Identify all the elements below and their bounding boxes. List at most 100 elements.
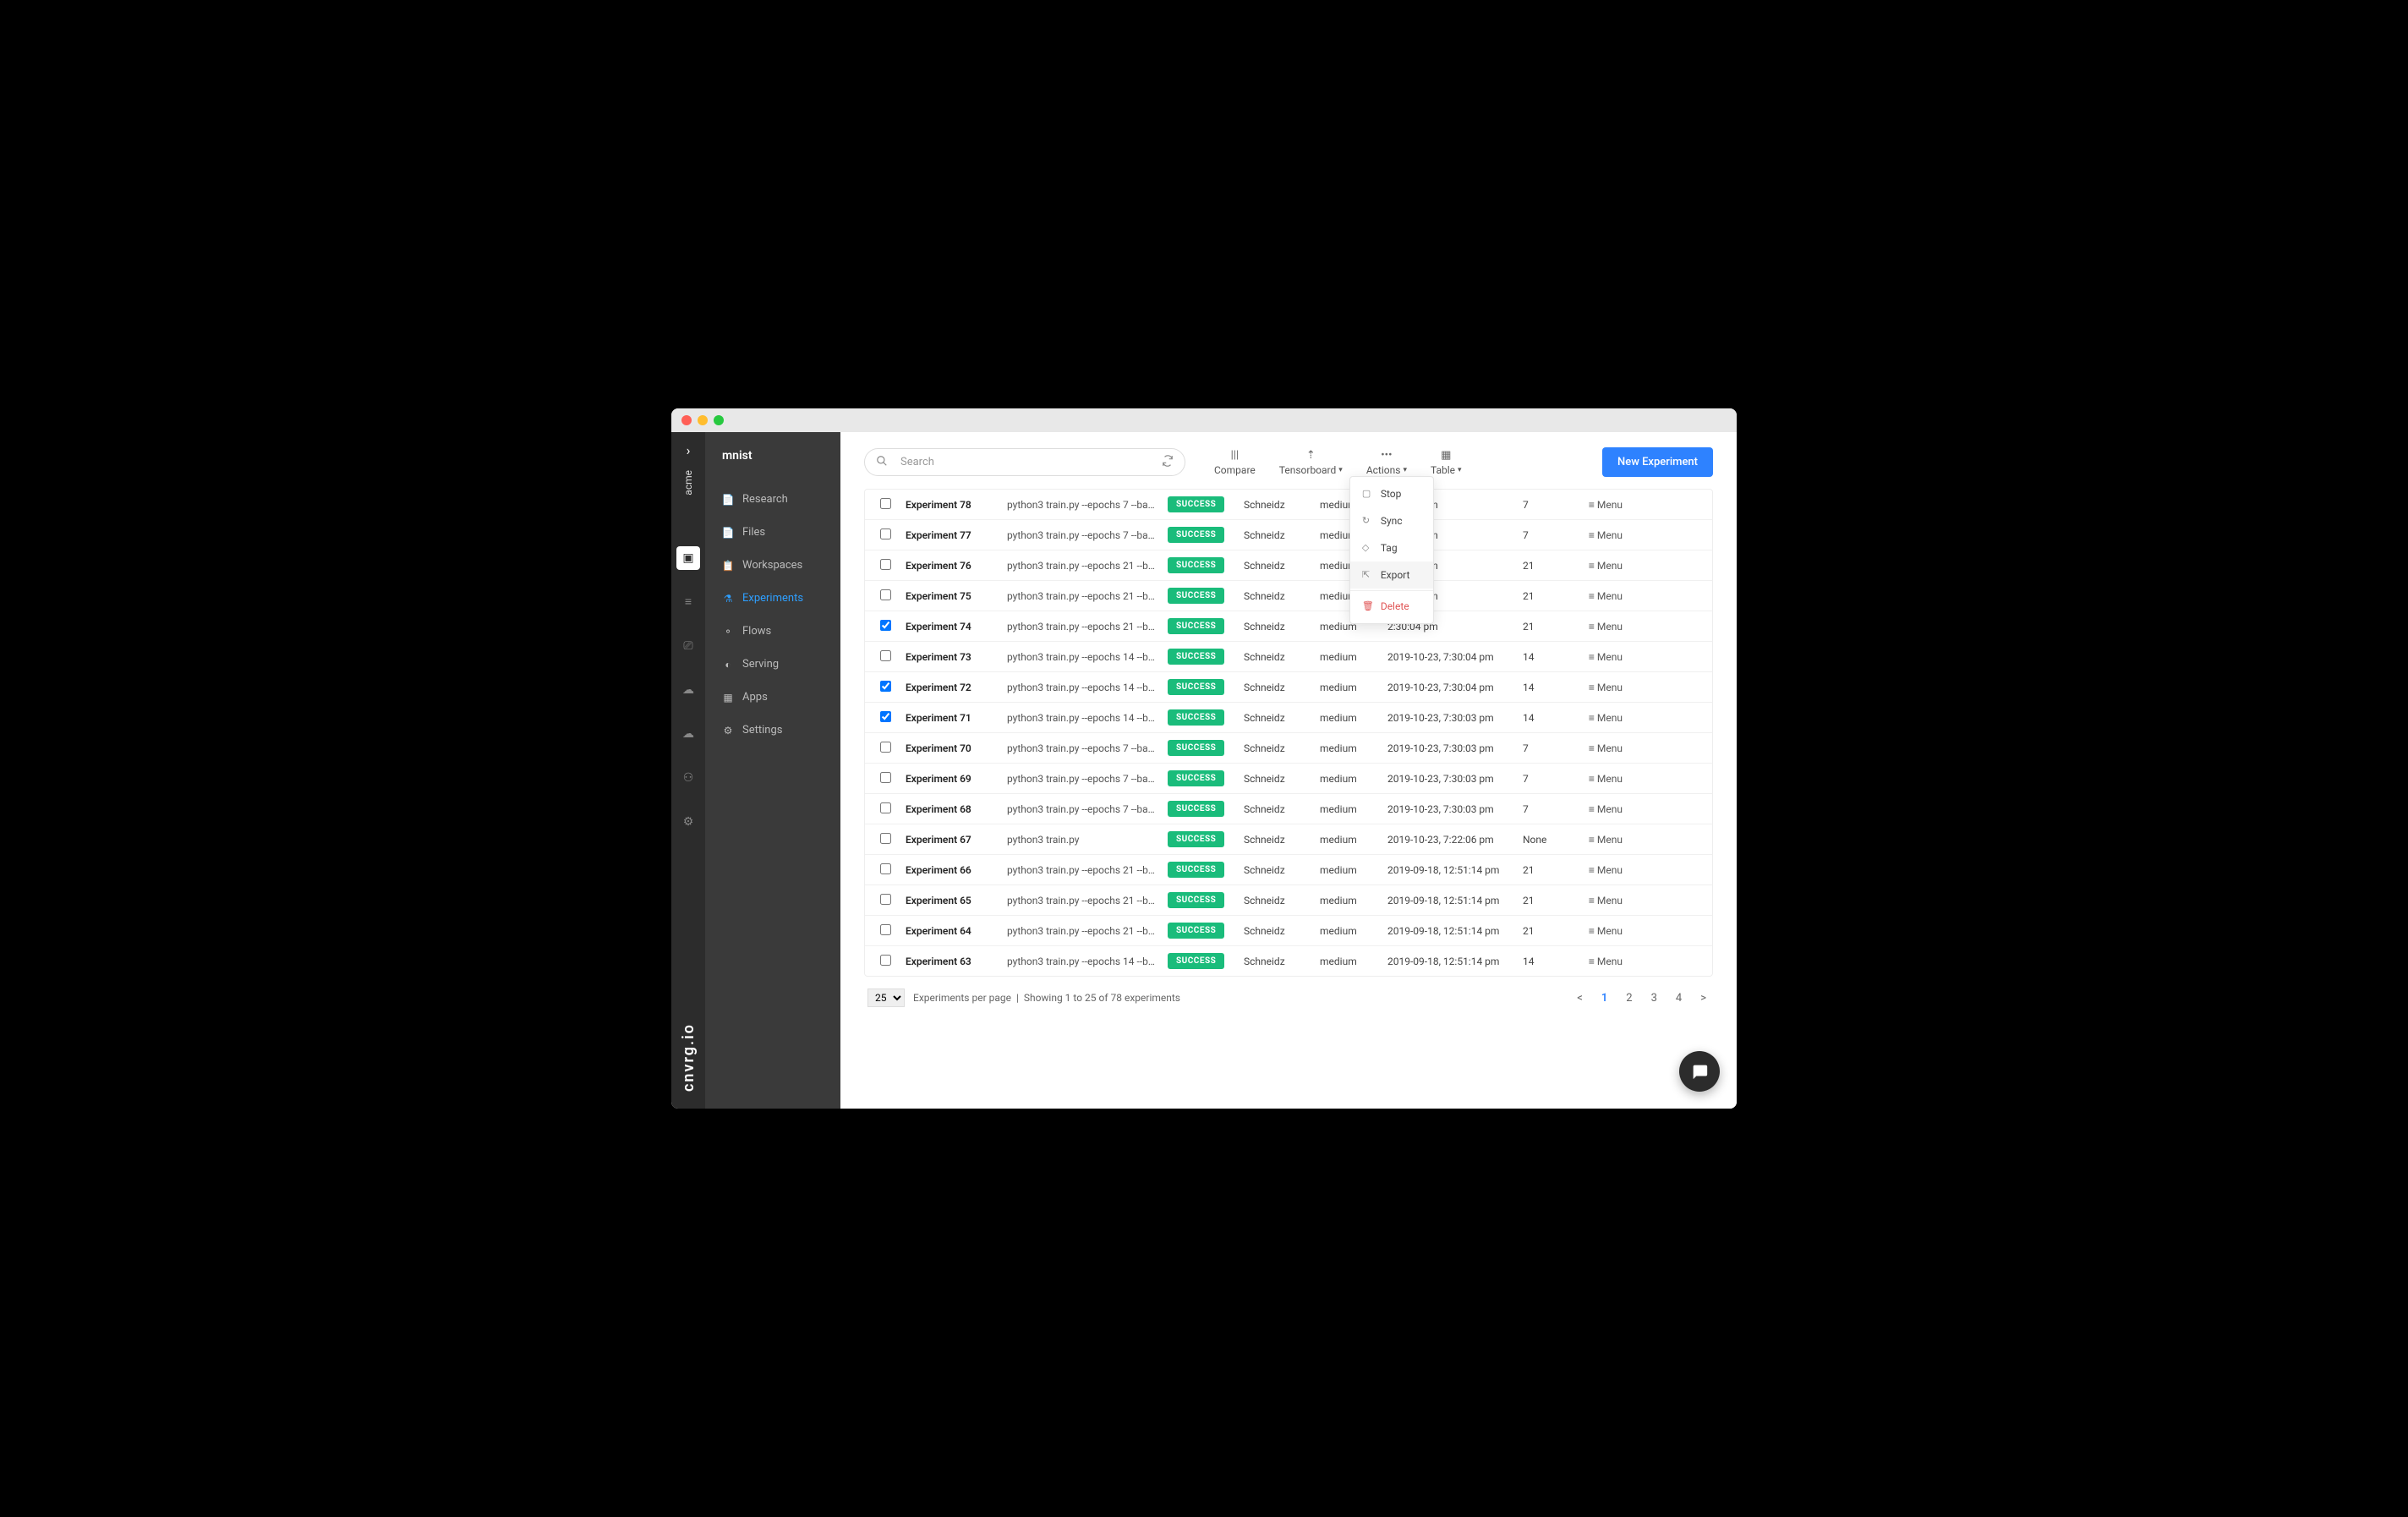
rail-project-icon[interactable]: ▣ bbox=[676, 546, 700, 570]
sidebar-item-label: Research bbox=[742, 493, 788, 506]
page-link[interactable]: 1 bbox=[1598, 990, 1611, 1006]
rail-expand-icon[interactable]: › bbox=[687, 442, 691, 458]
experiment-name[interactable]: Experiment 69 bbox=[900, 773, 1002, 785]
search-input[interactable] bbox=[864, 448, 1185, 476]
app-window: › acme ▣ ≡ ⎚ ☁ ☁ ⚇ ⚙ cnvrg.io mnist 📄Res… bbox=[671, 408, 1737, 1109]
row-menu-button[interactable]: ≡Menu bbox=[1568, 682, 1628, 693]
rail-compute-icon[interactable]: ☁ bbox=[676, 678, 700, 702]
experiment-name[interactable]: Experiment 65 bbox=[900, 895, 1002, 906]
row-menu-button[interactable]: ≡Menu bbox=[1568, 651, 1628, 663]
row-checkbox[interactable] bbox=[880, 894, 891, 905]
row-checkbox[interactable] bbox=[880, 498, 891, 509]
main-area: ||| Compare ⇡ Tensorboard ▾ ••• Actions … bbox=[840, 432, 1737, 1109]
table-row: Experiment 63python3 train.py --epochs 1… bbox=[865, 946, 1712, 976]
experiment-name[interactable]: Experiment 71 bbox=[900, 712, 1002, 724]
rail-cloud-icon[interactable]: ☁ bbox=[676, 722, 700, 746]
experiment-command: python3 train.py --epochs 7 --batch_... bbox=[1002, 773, 1163, 785]
experiment-name[interactable]: Experiment 70 bbox=[900, 742, 1002, 754]
row-menu-button[interactable]: ≡Menu bbox=[1568, 773, 1628, 785]
row-menu-button[interactable]: ≡Menu bbox=[1568, 590, 1628, 602]
chat-button[interactable] bbox=[1679, 1051, 1720, 1092]
table-button[interactable]: ▦ Table ▾ bbox=[1431, 449, 1462, 476]
sidebar-item-files[interactable]: 📄Files bbox=[705, 516, 840, 549]
row-checkbox[interactable] bbox=[880, 955, 891, 966]
sidebar-item-serving[interactable]: ◐Serving bbox=[705, 648, 840, 681]
row-checkbox[interactable] bbox=[880, 620, 891, 631]
rail-settings-icon[interactable]: ⚙ bbox=[676, 810, 700, 834]
experiment-name[interactable]: Experiment 76 bbox=[900, 560, 1002, 572]
row-checkbox[interactable] bbox=[880, 802, 891, 813]
row-checkbox[interactable] bbox=[880, 559, 891, 570]
row-menu-button[interactable]: ≡Menu bbox=[1568, 560, 1628, 572]
table-row: Experiment 64python3 train.py --epochs 2… bbox=[865, 916, 1712, 946]
row-checkbox[interactable] bbox=[880, 589, 891, 600]
row-menu-button[interactable]: ≡Menu bbox=[1568, 803, 1628, 815]
page-link[interactable]: > bbox=[1697, 990, 1710, 1006]
page-link[interactable]: 4 bbox=[1672, 990, 1685, 1006]
row-menu-button[interactable]: ≡Menu bbox=[1568, 864, 1628, 876]
row-menu-button[interactable]: ≡Menu bbox=[1568, 499, 1628, 511]
sidebar-item-research[interactable]: 📄Research bbox=[705, 483, 840, 516]
row-menu-button[interactable]: ≡Menu bbox=[1568, 956, 1628, 967]
dropdown-item-stop[interactable]: ▢Stop bbox=[1350, 480, 1433, 507]
sidebar-item-settings[interactable]: ⚙Settings bbox=[705, 714, 840, 747]
dropdown-item-delete[interactable]: 🗑Delete bbox=[1350, 593, 1433, 620]
row-checkbox[interactable] bbox=[880, 742, 891, 753]
row-checkbox[interactable] bbox=[880, 924, 891, 935]
row-checkbox[interactable] bbox=[880, 528, 891, 539]
experiment-name[interactable]: Experiment 77 bbox=[900, 529, 1002, 541]
row-checkbox[interactable] bbox=[880, 711, 891, 722]
sidebar-item-flows[interactable]: ⚬Flows bbox=[705, 615, 840, 648]
compare-button[interactable]: ||| Compare bbox=[1214, 449, 1256, 476]
row-menu-button[interactable]: ≡Menu bbox=[1568, 621, 1628, 633]
experiment-name[interactable]: Experiment 75 bbox=[900, 590, 1002, 602]
refresh-icon[interactable] bbox=[1162, 455, 1174, 470]
experiment-name[interactable]: Experiment 72 bbox=[900, 682, 1002, 693]
experiment-name[interactable]: Experiment 63 bbox=[900, 956, 1002, 967]
experiment-name[interactable]: Experiment 68 bbox=[900, 803, 1002, 815]
row-menu-button[interactable]: ≡Menu bbox=[1568, 712, 1628, 724]
row-menu-button[interactable]: ≡Menu bbox=[1568, 529, 1628, 541]
sidebar-item-experiments[interactable]: ⚗Experiments bbox=[705, 582, 840, 615]
dropdown-item-tag[interactable]: ◇Tag bbox=[1350, 534, 1433, 561]
compute-cell: medium bbox=[1315, 864, 1382, 876]
page-link[interactable]: 3 bbox=[1648, 990, 1661, 1006]
row-menu-button[interactable]: ≡Menu bbox=[1568, 895, 1628, 906]
sidebar-item-apps[interactable]: ▦Apps bbox=[705, 681, 840, 714]
status-badge: SUCCESS bbox=[1168, 679, 1224, 695]
time-cell: 2019-10-23, 7:30:03 pm bbox=[1382, 773, 1518, 785]
status-badge: SUCCESS bbox=[1168, 862, 1224, 878]
rail-containers-icon[interactable]: ⎚ bbox=[676, 634, 700, 658]
page-link[interactable]: < bbox=[1573, 990, 1586, 1006]
dropdown-item-sync[interactable]: ↻Sync bbox=[1350, 507, 1433, 534]
dropdown-item-export[interactable]: ⇱Export bbox=[1350, 561, 1433, 589]
row-checkbox[interactable] bbox=[880, 772, 891, 783]
actions-button[interactable]: ••• Actions ▾ ▢Stop↻Sync◇Tag⇱Export🗑Dele… bbox=[1366, 449, 1407, 476]
row-menu-button[interactable]: ≡Menu bbox=[1568, 834, 1628, 846]
per-page-select[interactable]: 25 bbox=[867, 989, 905, 1007]
rail-datasets-icon[interactable]: ≡ bbox=[676, 590, 700, 614]
status-badge: SUCCESS bbox=[1168, 923, 1224, 939]
row-checkbox[interactable] bbox=[880, 650, 891, 661]
new-experiment-button[interactable]: New Experiment bbox=[1602, 447, 1713, 477]
time-cell: 2019-10-23, 7:30:04 pm bbox=[1382, 682, 1518, 693]
row-checkbox[interactable] bbox=[880, 833, 891, 844]
experiment-name[interactable]: Experiment 66 bbox=[900, 864, 1002, 876]
row-checkbox[interactable] bbox=[880, 863, 891, 874]
dropdown-item-icon: 🗑 bbox=[1362, 600, 1372, 611]
experiment-name[interactable]: Experiment 73 bbox=[900, 651, 1002, 663]
experiment-name[interactable]: Experiment 67 bbox=[900, 834, 1002, 846]
experiment-name[interactable]: Experiment 78 bbox=[900, 499, 1002, 511]
window-close-button[interactable] bbox=[681, 415, 692, 425]
sidebar-item-workspaces[interactable]: 📋Workspaces bbox=[705, 549, 840, 582]
row-checkbox[interactable] bbox=[880, 681, 891, 692]
window-maximize-button[interactable] bbox=[714, 415, 724, 425]
row-menu-button[interactable]: ≡Menu bbox=[1568, 925, 1628, 937]
experiment-name[interactable]: Experiment 74 bbox=[900, 621, 1002, 633]
row-menu-button[interactable]: ≡Menu bbox=[1568, 742, 1628, 754]
experiment-name[interactable]: Experiment 64 bbox=[900, 925, 1002, 937]
window-minimize-button[interactable] bbox=[698, 415, 708, 425]
rail-members-icon[interactable]: ⚇ bbox=[676, 766, 700, 790]
page-link[interactable]: 2 bbox=[1623, 990, 1635, 1006]
tensorboard-button[interactable]: ⇡ Tensorboard ▾ bbox=[1279, 449, 1343, 476]
